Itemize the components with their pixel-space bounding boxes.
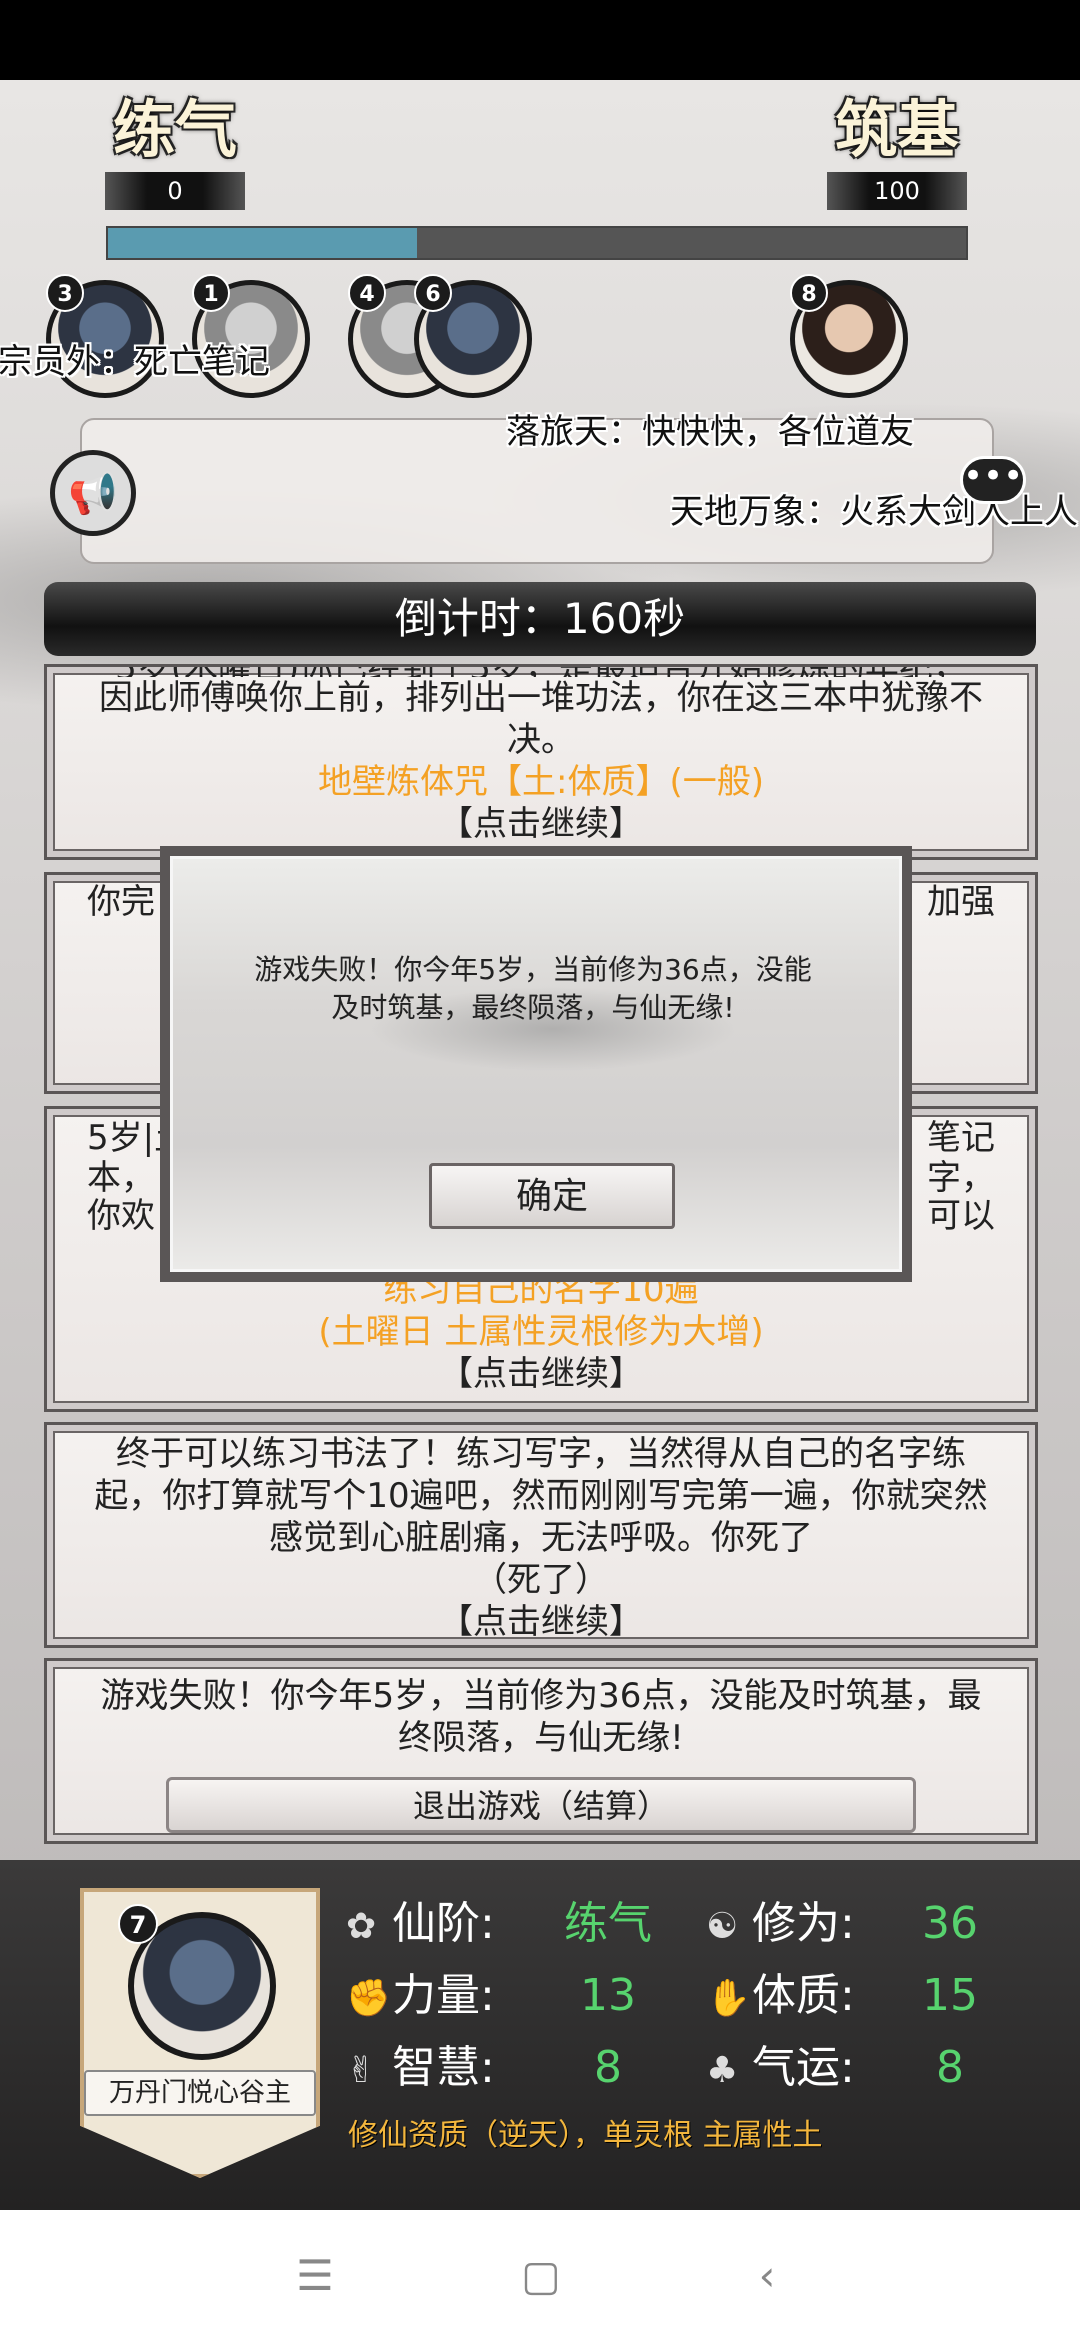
- hand-icon: ✋: [706, 1978, 751, 2019]
- home-icon[interactable]: ▢: [506, 2240, 576, 2310]
- stat-label: 体质:: [752, 1970, 855, 2021]
- exit-game-button[interactable]: 退出游戏（结算）: [166, 1777, 916, 1833]
- player-rank-badge: 7: [118, 1904, 158, 1944]
- talent-text: 修仙资质（逆天），单灵根 主属性土: [348, 2118, 823, 2153]
- stat-realm: ✿ 仙阶:: [346, 1894, 495, 1954]
- next-realm-name: 筑基: [834, 93, 959, 166]
- player-avatar[interactable]: 8: [790, 274, 908, 398]
- game-over-dialog: 游戏失败！你今年5岁，当前修为36点，没能及时筑基，最终陨落，与仙无缘! 确定: [160, 846, 912, 1282]
- countdown-timer: 倒计时：160秒: [44, 582, 1036, 656]
- clover-icon: ♣: [706, 2050, 739, 2091]
- chat-more-icon[interactable]: •••: [960, 456, 1026, 504]
- rank-badge: 6: [414, 274, 452, 312]
- stat-strength: ✊力量:: [346, 1966, 495, 2026]
- death-status: （死了）: [473, 1560, 609, 1600]
- megaphone-icon[interactable]: 📢: [50, 450, 136, 536]
- menu-icon[interactable]: ☰: [280, 2240, 350, 2310]
- cultivation-progress-bar: [106, 226, 968, 260]
- rank-badge: 4: [348, 274, 386, 312]
- card-text: 终于可以练习书法了！练习写字，当然得从自己的名字练起，你打算就写个10遍吧，然而…: [94, 1434, 988, 1558]
- player-avatar[interactable]: 6: [414, 274, 532, 398]
- navigation-bar: ☰ ▢ ‹: [0, 2210, 1080, 2340]
- stat-cultivation: ☯ 修为:: [706, 1894, 855, 1954]
- event-choice: 地壁炼体咒【土:体质】(一般): [318, 762, 764, 802]
- event-effect: (土曜日 土属性灵根修为大增): [318, 1312, 764, 1352]
- lotus-icon: ✿: [346, 1906, 377, 1947]
- continue-link[interactable]: 【点击继续】: [87, 1353, 995, 1395]
- card-text: 本，: [87, 1158, 155, 1198]
- current-realm-value: 0: [105, 172, 245, 210]
- stat-value: 练气: [564, 1898, 652, 1949]
- stat-wisdom: ✌ 智慧:: [346, 2038, 495, 2098]
- status-bar: [0, 0, 1080, 80]
- card-text: 5岁(木曜日)你已经到了5岁，是最适合开始修炼的年纪，: [87, 667, 995, 677]
- dialog-message: 游戏失败！你今年5岁，当前修为36点，没能及时筑基，最终陨落，与仙无缘!: [254, 953, 812, 1024]
- current-realm: 练气 0: [100, 90, 250, 210]
- next-realm: 筑基 100: [822, 90, 972, 210]
- stat-label: 修为:: [752, 1898, 855, 1949]
- result-card: 游戏失败！你今年5岁，当前修为36点，没能及时筑基，最终陨落，与仙无缘! 退出游…: [44, 1658, 1038, 1844]
- gesture-icon: ✌: [346, 2050, 377, 2091]
- stat-value: 15: [922, 1970, 978, 2021]
- card-text: 笔记: [927, 1118, 995, 1158]
- fist-icon: ✊: [346, 1978, 391, 2019]
- stat-value: 8: [594, 2042, 622, 2093]
- stat-constitution: ✋体质:: [706, 1966, 855, 2026]
- card-text: 你完: [87, 882, 155, 922]
- continue-link[interactable]: 【点击继续】: [87, 1601, 995, 1643]
- rank-badge: 1: [192, 274, 230, 312]
- current-realm-name: 练气: [112, 93, 237, 166]
- player-name: 万丹门悦心谷主: [84, 2070, 316, 2116]
- back-icon[interactable]: ‹: [732, 2240, 802, 2310]
- floating-message: 落旅天：快快快，各位道友: [506, 412, 914, 452]
- stat-label: 力量:: [392, 1970, 495, 2021]
- stat-label: 气运:: [752, 2042, 855, 2093]
- taiji-icon: ☯: [706, 1906, 739, 1947]
- progress-fill: [108, 228, 417, 258]
- result-text: 游戏失败！你今年5岁，当前修为36点，没能及时筑基，最终陨落，与仙无缘!: [100, 1676, 982, 1758]
- event-card[interactable]: 终于可以练习书法了！练习写字，当然得从自己的名字练起，你打算就写个10遍吧，然而…: [44, 1422, 1038, 1648]
- card-text: 加强: [927, 882, 995, 922]
- floating-message: 宗员外：死亡笔记: [0, 342, 270, 382]
- continue-link[interactable]: 【点击继续】: [87, 803, 995, 845]
- stat-label: 智慧:: [392, 2042, 495, 2093]
- card-text: 可以: [927, 1196, 995, 1236]
- stat-luck: ♣ 气运:: [706, 2038, 855, 2098]
- confirm-button[interactable]: 确定: [429, 1163, 675, 1229]
- card-text: 因此师傅唤你上前，排列出一堆功法，你在这三本中犹豫不决。: [99, 678, 983, 760]
- stat-value: 36: [922, 1898, 978, 1949]
- stat-label: 仙阶:: [392, 1898, 495, 1949]
- card-text: 你欢: [87, 1196, 155, 1236]
- event-card[interactable]: 5岁(木曜日)你已经到了5岁，是最适合开始修炼的年纪， 因此师傅唤你上前，排列出…: [44, 664, 1038, 860]
- rank-badge: 8: [790, 274, 828, 312]
- next-realm-value: 100: [827, 172, 967, 210]
- card-text: 字，: [927, 1158, 995, 1198]
- rank-badge: 3: [46, 274, 84, 312]
- stat-value: 13: [580, 1970, 636, 2021]
- stat-value: 8: [936, 2042, 964, 2093]
- dialog-body: 游戏失败！你今年5岁，当前修为36点，没能及时筑基，最终陨落，与仙无缘! 确定: [170, 856, 902, 1272]
